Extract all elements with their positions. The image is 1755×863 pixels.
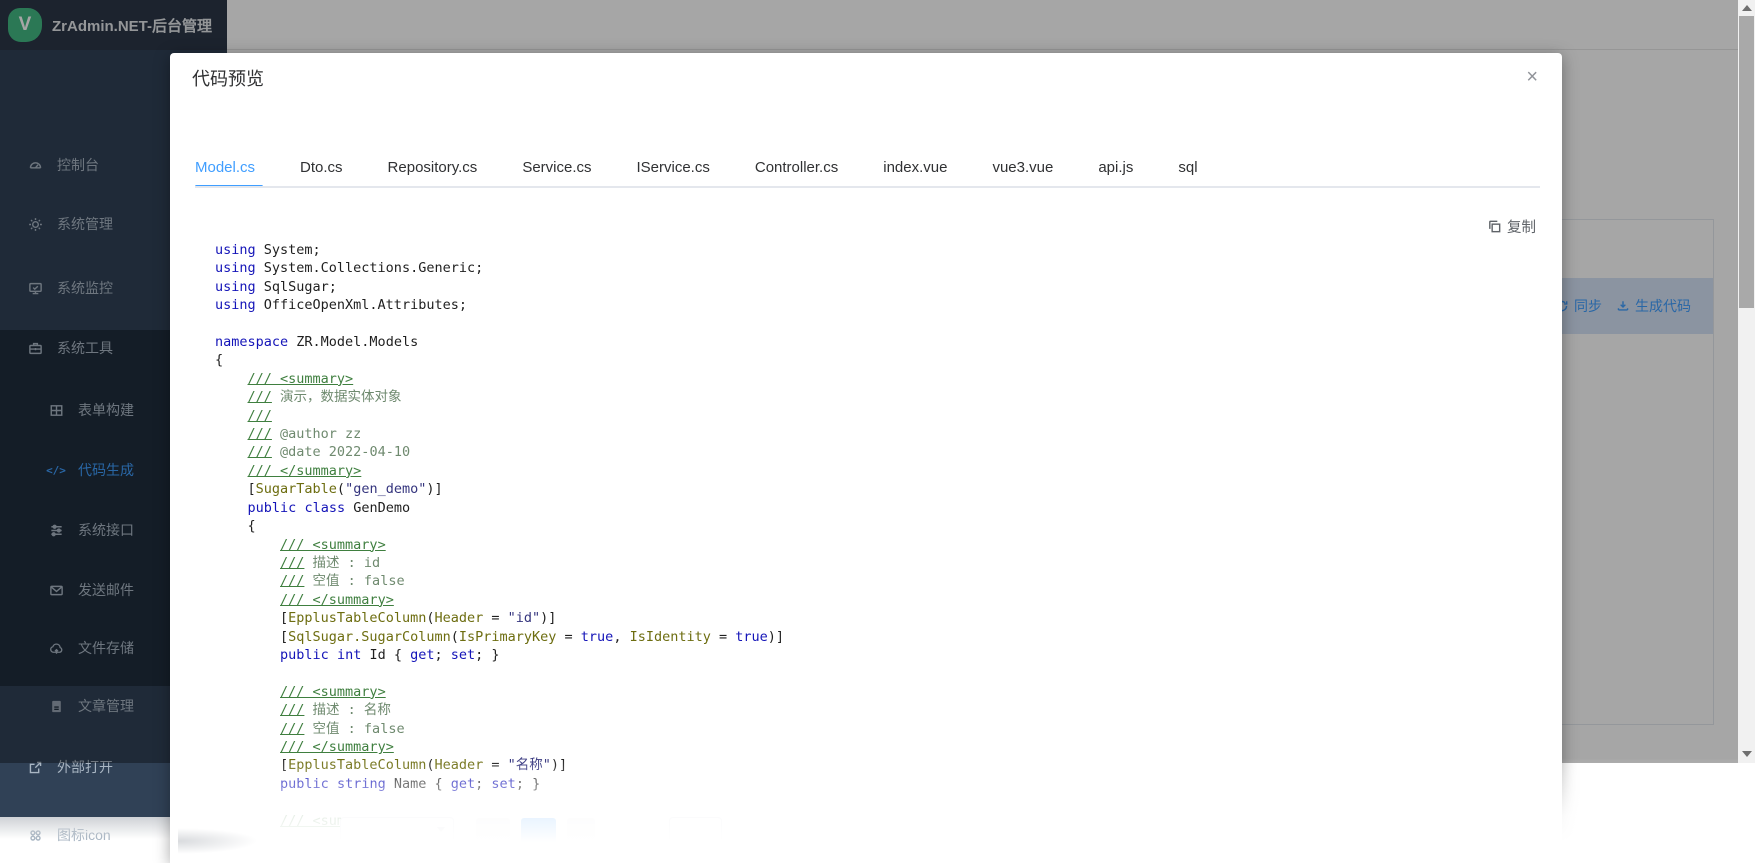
- scrollbar-thumb[interactable]: [1739, 16, 1754, 308]
- code-line: /// 空值 : false: [215, 572, 784, 590]
- pagination-jump-input[interactable]: [669, 817, 722, 847]
- code-line: /// <summary>: [215, 536, 784, 554]
- code-line: /// 描述 : 名称: [215, 701, 784, 719]
- code-line: /// 空值 : false: [215, 720, 784, 738]
- tab-Repository.cs[interactable]: Repository.cs: [388, 145, 478, 187]
- pagination-page-1-button[interactable]: [521, 818, 556, 844]
- code-line: public int Id { get; set; }: [215, 646, 784, 664]
- code-line: [215, 315, 784, 333]
- page-bottom-shadow: [178, 828, 258, 854]
- scroll-down-icon[interactable]: [1742, 751, 1752, 757]
- tab-vue3.vue[interactable]: vue3.vue: [992, 145, 1053, 187]
- tab-sql[interactable]: sql: [1178, 145, 1197, 187]
- pagination-next-button[interactable]: [567, 818, 595, 844]
- code-file-tabs: Model.cs Dto.cs Repository.cs Service.cs ISe…: [195, 145, 1540, 187]
- tab-Model.cs[interactable]: Model.cs: [195, 145, 255, 187]
- tab-Controller.cs[interactable]: Controller.cs: [755, 145, 838, 187]
- code-line: {: [215, 517, 784, 535]
- code-line: [215, 664, 784, 682]
- code-line: using SqlSugar;: [215, 278, 784, 296]
- sidebar-bottom-shadow: [0, 817, 170, 839]
- code-line: using System;: [215, 241, 784, 259]
- browser-scrollbar[interactable]: [1738, 0, 1755, 763]
- dialog-title: 代码预览: [192, 65, 264, 91]
- select-caret-icon: [437, 827, 445, 832]
- tab-IService.cs[interactable]: IService.cs: [637, 145, 710, 187]
- dialog-close-icon[interactable]: ×: [1526, 67, 1538, 87]
- code-line: /// 描述 : id: [215, 554, 784, 572]
- code-line: /// <summary>: [215, 683, 784, 701]
- code-line: [EpplusTableColumn(Header = "id")]: [215, 609, 784, 627]
- code-line: /// @date 2022-04-10: [215, 443, 784, 461]
- code-line: using System.Collections.Generic;: [215, 259, 784, 277]
- tab-index.vue[interactable]: index.vue: [883, 145, 947, 187]
- tab-api.js[interactable]: api.js: [1098, 145, 1133, 187]
- tabs-divider: [195, 186, 1540, 188]
- code-line: namespace ZR.Model.Models: [215, 333, 784, 351]
- code-preview-dialog: 代码预览 × Model.cs Dto.cs Repository.cs Servic…: [170, 53, 1562, 863]
- code-line: ///: [215, 407, 784, 425]
- app-root: V ZrAdmin.NET-后台管理 首页 / 系统工具 / 代码生成 тT ?: [0, 0, 1755, 863]
- tab-Dto.cs[interactable]: Dto.cs: [300, 145, 343, 187]
- code-line: [EpplusTableColumn(Header = "名称")]: [215, 756, 784, 774]
- code-line: /// </summary>: [215, 591, 784, 609]
- tab-Service.cs[interactable]: Service.cs: [522, 145, 591, 187]
- code-content[interactable]: using System;using System.Collections.Ge…: [215, 241, 784, 830]
- code-line: public string Name { get; set; }: [215, 775, 784, 793]
- code-line: [SqlSugar.SugarColumn(IsPrimaryKey = tru…: [215, 628, 784, 646]
- copy-button[interactable]: 复制: [1487, 216, 1536, 237]
- code-line: /// <summary>: [215, 370, 784, 388]
- code-line: /// @author zz: [215, 425, 784, 443]
- code-line: /// 演示，数据实体对象: [215, 388, 784, 406]
- page-size-select[interactable]: [340, 817, 454, 847]
- code-line: /// </summary>: [215, 462, 784, 480]
- code-line: public class GenDemo: [215, 499, 784, 517]
- copy-icon: [1487, 219, 1502, 234]
- code-line: /// </summary>: [215, 738, 784, 756]
- code-line: {: [215, 351, 784, 369]
- code-line: using OfficeOpenXml.Attributes;: [215, 296, 784, 314]
- code-line: [SugarTable("gen_demo")]: [215, 480, 784, 498]
- code-line: [215, 793, 784, 811]
- pagination-prev-button[interactable]: [476, 818, 510, 844]
- scroll-up-icon[interactable]: [1742, 5, 1752, 11]
